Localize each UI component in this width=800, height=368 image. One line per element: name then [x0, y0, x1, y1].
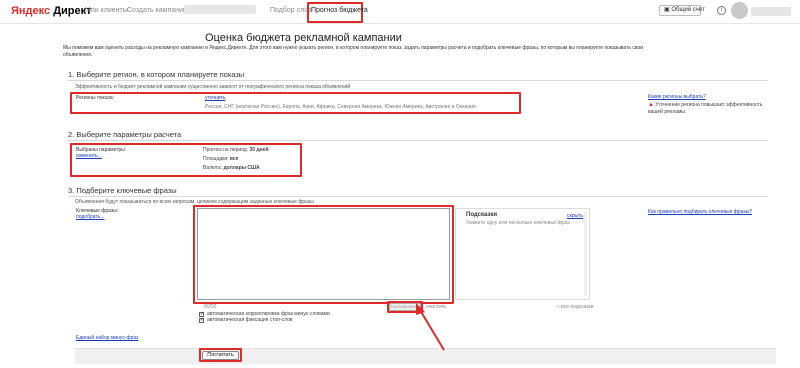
blurred-nav-item: [184, 5, 256, 14]
period-label: Прогноз на период:: [203, 147, 249, 153]
hints-scrollbar[interactable]: [584, 212, 587, 296]
change-params-link[interactable]: изменить...: [76, 153, 102, 159]
nav-create-campaign[interactable]: Создать кампанию: [127, 6, 188, 15]
info-icon[interactable]: i: [717, 6, 726, 15]
regions-warning-text: Уточнение региона повышает эффективность…: [648, 102, 763, 115]
period-row: Прогноз на период: 30 дней: [203, 147, 269, 153]
regions-value: Россия, СНГ (исключая Россию), Европа, А…: [205, 104, 476, 110]
hints-placeholder: Укажите одну или несколько ключевых фраз: [466, 220, 570, 226]
minus-phrases-link[interactable]: Единый набор минус-фраз: [76, 335, 138, 341]
nav-word-selection[interactable]: Подбор слов: [270, 6, 312, 15]
pick-keywords-link[interactable]: подобрать...: [76, 214, 104, 220]
user-name-blurred[interactable]: [751, 7, 791, 16]
account-button[interactable]: ▣ Общий счёт: [659, 5, 705, 16]
platforms-row: Площадки: все: [203, 156, 238, 162]
currency-label: Валюта:: [203, 165, 223, 171]
section1-note: Эффективность и бюджет рекламной кампани…: [75, 84, 351, 90]
section2-title: 2. Выберите параметры расчета: [68, 130, 182, 139]
intro-text: Мы поможем вам оценить расходы на реклам…: [63, 45, 644, 58]
checkbox-stop-words-label: автоматическая фиксация стоп-слов: [207, 317, 293, 323]
section1-divider: [68, 80, 768, 81]
nav-budget-forecast[interactable]: Прогноз бюджета: [311, 6, 368, 15]
section2-divider: [68, 140, 768, 141]
keywords-help-link[interactable]: Как правильно подбирать ключевые фразы?: [648, 209, 752, 215]
checkbox-stop-words[interactable]: ✓: [199, 318, 204, 323]
section3-divider: [68, 196, 768, 197]
hints-title: Подсказки: [466, 212, 498, 218]
nav-my-clients[interactable]: Мои клиенты: [85, 6, 128, 15]
platforms-value: все: [229, 156, 239, 162]
regions-warning: ▲ Уточнение региона повышает эффективнос…: [648, 102, 768, 116]
wallet-icon: ▣: [664, 7, 670, 13]
currency-value: доллары США: [223, 165, 260, 171]
yandex-direct-logo[interactable]: Яндекс Директ: [11, 4, 92, 18]
hints-hide-link[interactable]: скрыть: [567, 213, 583, 219]
platforms-label: Площадки:: [203, 156, 229, 162]
which-regions-link[interactable]: Какие регионы выбрать?: [648, 94, 706, 100]
section1-title: 1. Выберите регион, в котором планируете…: [68, 70, 245, 79]
period-value: 30 дней: [249, 147, 269, 153]
all-hints-link[interactable]: « все подсказки: [557, 304, 594, 310]
warning-icon: ▲: [648, 102, 654, 108]
avatar[interactable]: [731, 2, 748, 19]
account-button-label: Общий счёт: [671, 7, 705, 13]
logo-brand: Яндекс: [11, 5, 51, 17]
currency-row: Валюта: доллары США: [203, 165, 260, 171]
calculate-button[interactable]: Посчитать: [202, 351, 239, 360]
page-title: Оценка бюджета рекламной кампании: [205, 32, 402, 44]
hints-panel: Подсказки скрыть Укажите одну или нескол…: [455, 208, 590, 300]
char-counter: 0/255: [204, 304, 217, 310]
section3-title: 3. Подберите ключевые фразы: [68, 186, 177, 195]
annotation-arrow: [416, 303, 445, 351]
regions-label: Регионы показа:: [76, 95, 115, 101]
regions-edit-link[interactable]: уточнить: [205, 95, 225, 101]
keywords-textarea[interactable]: [197, 208, 450, 300]
highlight-regions: [70, 92, 521, 114]
